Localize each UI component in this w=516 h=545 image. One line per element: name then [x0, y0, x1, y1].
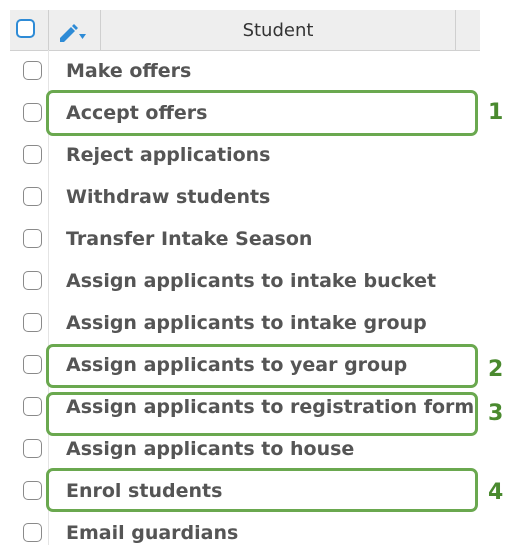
row-checkbox[interactable] [23, 145, 42, 164]
callout-number: 1 [488, 100, 504, 125]
pencil-icon[interactable] [57, 19, 87, 43]
row-checkbox[interactable] [23, 439, 42, 458]
header-divider [100, 10, 101, 50]
bulk-actions-screenshot: Student Make offers Accept offers Reject… [0, 0, 516, 545]
callout-number: 4 [488, 480, 504, 505]
row-checkbox[interactable] [23, 523, 42, 542]
row-checkbox[interactable] [23, 187, 42, 206]
row-checkbox[interactable] [23, 481, 42, 500]
menu-item-assign-intake-group[interactable]: Assign applicants to intake group [66, 312, 427, 334]
header-divider [455, 10, 456, 50]
callout-number: 3 [488, 401, 504, 426]
header-divider [48, 10, 49, 50]
student-column-title: Student [242, 20, 314, 41]
highlight-box-enrol-students [46, 468, 478, 512]
menu-item-assign-intake-bucket[interactable]: Assign applicants to intake bucket [66, 270, 436, 292]
highlight-box-registration-form [46, 392, 478, 436]
row-checkbox[interactable] [23, 61, 42, 80]
menu-item-email-guardians[interactable]: Email guardians [66, 522, 238, 544]
menu-item-assign-house[interactable]: Assign applicants to house [66, 438, 354, 460]
callout-number: 2 [488, 357, 504, 382]
row-checkbox[interactable] [23, 229, 42, 248]
select-all-checkbox[interactable] [16, 19, 35, 38]
highlight-box-year-group [46, 344, 478, 388]
row-checkbox[interactable] [23, 103, 42, 122]
menu-item-transfer-intake-season[interactable]: Transfer Intake Season [66, 228, 312, 250]
table-header: Student [10, 10, 480, 51]
menu-item-make-offers[interactable]: Make offers [66, 60, 191, 82]
row-checkbox[interactable] [23, 355, 42, 374]
row-checkbox[interactable] [23, 397, 42, 416]
highlight-box-accept-offers [46, 90, 478, 136]
menu-item-withdraw-students[interactable]: Withdraw students [66, 186, 270, 208]
row-checkbox[interactable] [23, 271, 42, 290]
row-checkbox[interactable] [23, 313, 42, 332]
menu-item-reject-applications[interactable]: Reject applications [66, 144, 271, 166]
